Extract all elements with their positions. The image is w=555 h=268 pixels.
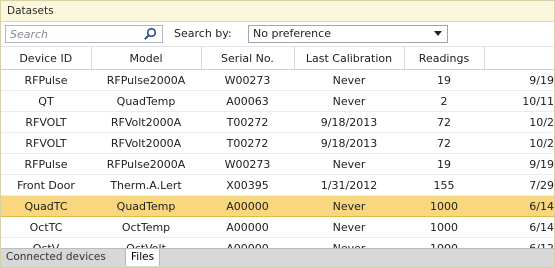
cell-model: Therm.A.Lert xyxy=(91,174,201,196)
cell-device-id: OctTC xyxy=(1,216,91,238)
table-row[interactable]: RFVOLT RFVolt2000A T00272 9/18/2013 72 10/2 xyxy=(1,111,554,133)
cell-last-calibration: Never xyxy=(294,195,404,217)
column-header-model[interactable]: Model xyxy=(91,47,202,70)
cell-readings: 1000 xyxy=(404,216,484,238)
cell-serial-no: A00000 xyxy=(201,216,294,238)
cell-serial-no: A00063 xyxy=(201,90,294,112)
tab-connected-devices[interactable]: Connected devices xyxy=(1,249,111,266)
search-by-dropdown[interactable]: No preference xyxy=(248,25,448,43)
panel-title: Datasets xyxy=(1,1,554,22)
column-header-serial-no[interactable]: Serial No. xyxy=(201,47,295,70)
cell-last-calibration: 9/18/2013 xyxy=(294,111,404,133)
search-input[interactable] xyxy=(6,26,140,42)
cell-model: QuadTemp xyxy=(91,90,201,112)
cell-readings: 72 xyxy=(404,111,484,133)
cell-date: 10/2 xyxy=(484,111,554,133)
table-row[interactable]: RFPulse RFPulse2000A W00273 Never 19 9/19 xyxy=(1,69,554,91)
table-row[interactable]: QT QuadTemp A00063 Never 2 10/11 xyxy=(1,90,554,112)
search-by-label: Search by: xyxy=(174,27,232,40)
cell-readings: 19 xyxy=(404,69,484,91)
cell-serial-no: A00000 xyxy=(201,195,294,217)
cell-date: 10/11 xyxy=(484,90,554,112)
cell-last-calibration: 1/31/2012 xyxy=(294,174,404,196)
cell-last-calibration: Never xyxy=(294,216,404,238)
dropdown-arrow-icon[interactable] xyxy=(434,31,442,36)
cell-model: OctTemp xyxy=(91,216,201,238)
cell-model: RFPulse2000A xyxy=(91,153,201,175)
tab-files[interactable]: Files xyxy=(125,249,161,266)
bottom-tab-strip: Connected devices Files xyxy=(1,248,554,267)
search-icon[interactable] xyxy=(143,27,157,41)
cell-serial-no: T00272 xyxy=(201,132,294,154)
cell-date: 6/14 xyxy=(484,216,554,238)
column-header-last-calibration[interactable]: Last Calibration xyxy=(294,47,405,70)
table-row[interactable]: Front Door Therm.A.Lert X00395 1/31/2012 155… xyxy=(1,174,554,196)
datasets-table: Device ID Model Serial No. Last Calibrat… xyxy=(1,47,554,259)
cell-model: RFVolt2000A xyxy=(91,111,201,133)
column-header-readings[interactable]: Readings xyxy=(404,47,485,70)
cell-model: RFPulse2000A xyxy=(91,69,201,91)
table-header-row: Device ID Model Serial No. Last Calibrat… xyxy=(1,47,554,70)
cell-date: 10/2 xyxy=(484,132,554,154)
search-toolbar: Search by: No preference xyxy=(1,22,554,47)
table-row[interactable]: OctTC OctTemp A00000 Never 1000 6/14 xyxy=(1,216,554,238)
table-row[interactable]: RFPulse RFPulse2000A W00273 Never 19 9/19 xyxy=(1,153,554,175)
cell-last-calibration: Never xyxy=(294,69,404,91)
cell-last-calibration: 9/18/2013 xyxy=(294,132,404,154)
cell-readings: 2 xyxy=(404,90,484,112)
cell-date: 6/14 xyxy=(484,195,554,217)
cell-device-id: RFVOLT xyxy=(1,132,91,154)
table-row[interactable]: QuadTC QuadTemp A00000 Never 1000 6/14 xyxy=(1,195,554,217)
cell-readings: 1000 xyxy=(404,195,484,217)
cell-date: 9/19 xyxy=(484,69,554,91)
datasets-panel: Datasets Search by: No preference Device… xyxy=(0,0,555,268)
cell-model: QuadTemp xyxy=(91,195,201,217)
cell-device-id: QT xyxy=(1,90,91,112)
cell-device-id: RFVOLT xyxy=(1,111,91,133)
cell-device-id: RFPulse xyxy=(1,153,91,175)
cell-last-calibration: Never xyxy=(294,90,404,112)
cell-date: 9/19 xyxy=(484,153,554,175)
cell-serial-no: X00395 xyxy=(201,174,294,196)
cell-device-id: RFPulse xyxy=(1,69,91,91)
cell-serial-no: W00273 xyxy=(201,153,294,175)
cell-serial-no: W00273 xyxy=(201,69,294,91)
cell-readings: 72 xyxy=(404,132,484,154)
cell-model: RFVolt2000A xyxy=(91,132,201,154)
cell-last-calibration: Never xyxy=(294,153,404,175)
cell-serial-no: T00272 xyxy=(201,111,294,133)
cell-device-id: QuadTC xyxy=(1,195,91,217)
search-by-value: No preference xyxy=(253,27,331,40)
column-header-device-id[interactable]: Device ID xyxy=(1,47,92,70)
cell-date: 7/29 xyxy=(484,174,554,196)
search-box[interactable] xyxy=(5,25,163,43)
cell-readings: 155 xyxy=(404,174,484,196)
table-row[interactable]: RFVOLT RFVolt2000A T00272 9/18/2013 72 10/2 xyxy=(1,132,554,154)
column-header-date[interactable]: 9/19 xyxy=(484,47,554,70)
cell-device-id: Front Door xyxy=(1,174,91,196)
cell-readings: 19 xyxy=(404,153,484,175)
